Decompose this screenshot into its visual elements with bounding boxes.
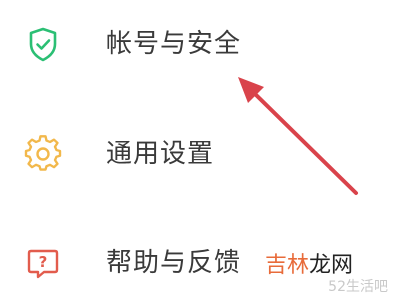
help-question-icon: ? <box>24 244 62 282</box>
gear-icon <box>24 135 62 173</box>
shield-check-icon <box>24 25 62 63</box>
menu-item-label: 帐号与安全 <box>106 29 242 59</box>
menu-item-account-security[interactable]: 帐号与安全 <box>0 9 400 79</box>
menu-item-label: 通用设置 <box>106 139 215 169</box>
settings-menu-screen: 帐号与安全 通用设置 ? 帮助与反馈 吉林龙网 52生活吧 <box>0 0 400 300</box>
watermark-jilin-longwang: 吉林龙网 <box>265 253 353 279</box>
menu-item-general-settings[interactable]: 通用设置 <box>0 119 400 189</box>
watermark-part-2: 龙网 <box>309 253 354 278</box>
watermark-part-1: 吉林 <box>265 253 310 278</box>
watermark-52shenghuoba: 52生活吧 <box>328 279 388 295</box>
menu-item-label: 帮助与反馈 <box>106 248 242 278</box>
svg-text:?: ? <box>39 253 48 271</box>
